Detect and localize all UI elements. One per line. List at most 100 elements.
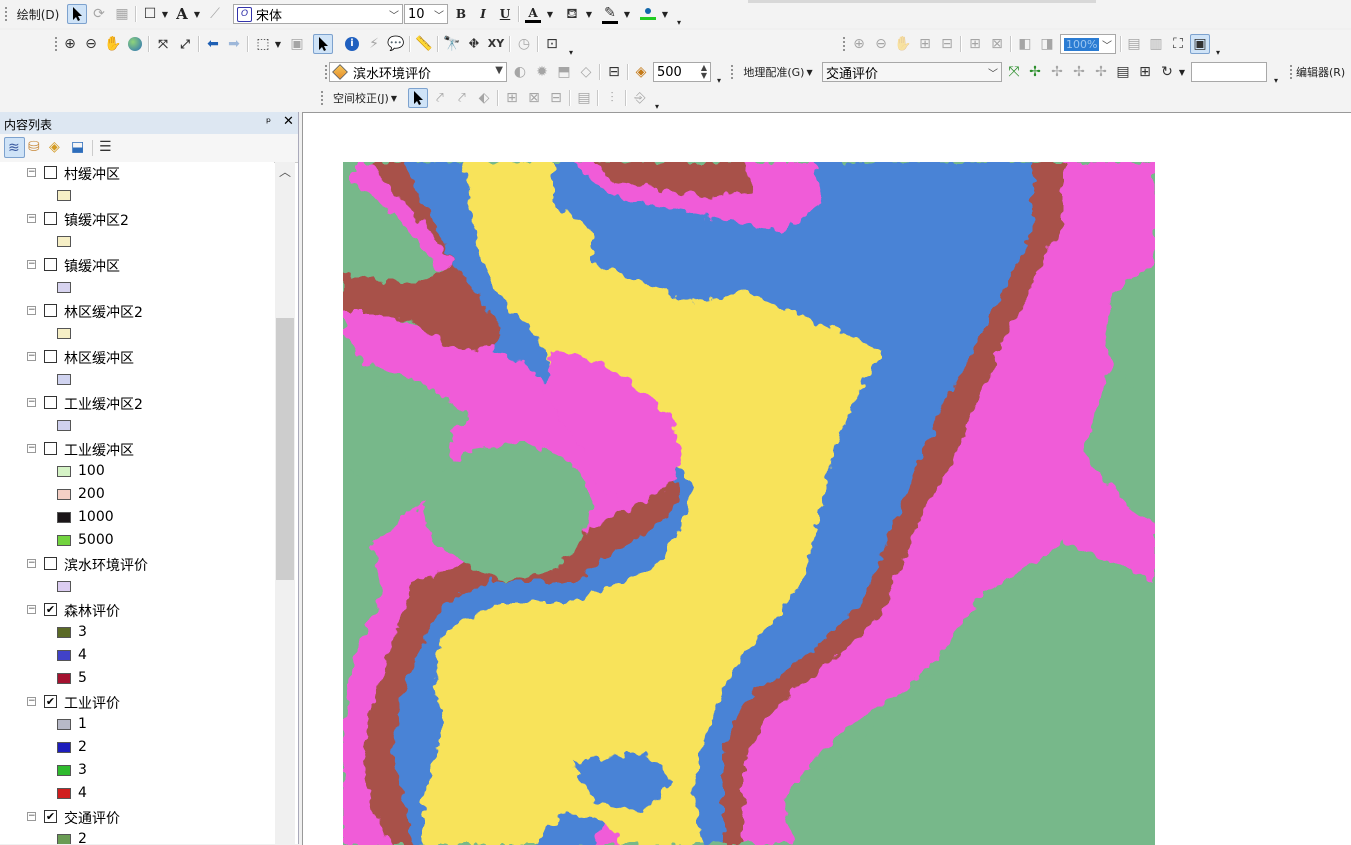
layer-name[interactable]: 森林评价	[64, 601, 120, 621]
legend-class-row[interactable]: 2	[0, 738, 270, 760]
select-link-button[interactable]: ✢	[1025, 62, 1045, 82]
legend-swatch[interactable]	[57, 236, 71, 247]
georeferencing-menu[interactable]: 地理配准(G) ▼	[738, 62, 818, 82]
layer-name[interactable]: 村缓冲区	[64, 164, 120, 184]
toggle-draft-mode-button[interactable]: ▤	[1124, 34, 1144, 54]
layer-visibility-checkbox[interactable]: ✔	[44, 695, 57, 708]
toolbar-grip[interactable]	[324, 64, 328, 80]
fill-color-button[interactable]: ⛾	[562, 4, 582, 24]
toc-options-button[interactable]: ☰	[99, 139, 112, 155]
rectangle-tool-button[interactable]: ☐	[140, 4, 160, 24]
link-table-button[interactable]: ▤	[1113, 62, 1133, 82]
bold-button[interactable]: B	[451, 4, 471, 24]
toc-layer-row[interactable]: − 工业缓冲区	[0, 439, 270, 461]
select-elements-button[interactable]	[67, 4, 87, 24]
legend-class-row[interactable]: 1	[0, 715, 270, 737]
toc-layer-row[interactable]: − 村缓冲区	[0, 163, 270, 185]
fill-color-dropdown[interactable]: ▼	[584, 4, 594, 24]
scrollbar-thumb[interactable]	[276, 318, 294, 580]
editor-menu[interactable]: 编辑器(R)	[1296, 62, 1351, 82]
swipe-button[interactable]: ⬒	[554, 62, 574, 82]
layer-name[interactable]: 工业缓冲区	[64, 440, 134, 460]
pan-button[interactable]: ✋	[103, 34, 123, 54]
list-by-source-button[interactable]: ⛁	[28, 139, 40, 155]
layer-visibility-checkbox[interactable]	[44, 557, 57, 570]
toc-layer-row[interactable]: − ✔ 森林评价	[0, 600, 270, 622]
legend-swatch[interactable]	[57, 420, 71, 431]
layer-visibility-checkbox[interactable]	[44, 442, 57, 455]
layer-visibility-checkbox[interactable]	[44, 396, 57, 409]
fixed-zoom-in-layout-button[interactable]: ⊞	[965, 34, 985, 54]
zoom-to-link-button[interactable]: ✢	[1047, 62, 1067, 82]
go-back-button[interactable]: ⬅	[203, 34, 223, 54]
edit-vertices-button[interactable]: ⟋	[205, 4, 225, 24]
layout-pan-button[interactable]: ✋	[893, 34, 913, 54]
new-limited-area-button[interactable]: ⊠	[524, 88, 544, 108]
map-view[interactable]	[302, 112, 1351, 845]
collapse-toggle-icon[interactable]: −	[27, 559, 36, 568]
auto-registration-button[interactable]: ✢	[1091, 62, 1111, 82]
contrast-button[interactable]: ◐	[510, 62, 530, 82]
collapse-toggle-icon[interactable]: −	[27, 168, 36, 177]
toolbar-grip[interactable]	[1289, 64, 1293, 80]
toc-layer-row[interactable]: − 镇缓冲区	[0, 255, 270, 277]
toc-layer-row[interactable]: − ✔ 交通评价	[0, 807, 270, 829]
active-layer-combo[interactable]: 滨水环境评价 ▼	[329, 62, 507, 82]
view-link-table-button[interactable]: ⊞	[1135, 62, 1155, 82]
find-route-button[interactable]: ⛖	[464, 34, 484, 54]
zoom-page-button[interactable]: ⊟	[937, 34, 957, 54]
legend-swatch[interactable]	[57, 328, 71, 339]
layer-name[interactable]: 交通评价	[64, 808, 120, 828]
marker-color-button[interactable]	[638, 4, 658, 24]
measure-button[interactable]: 📏	[414, 34, 434, 54]
legend-swatch[interactable]	[57, 627, 71, 638]
zoom-in-button[interactable]: ⊕	[60, 34, 80, 54]
layer-visibility-checkbox[interactable]	[44, 350, 57, 363]
legend-class-row[interactable]: 200	[0, 485, 270, 507]
spatial-adjustment-menu[interactable]: 空间校正(J) ▼	[328, 88, 402, 108]
toolbar-grip[interactable]	[730, 64, 734, 80]
html-popup-button[interactable]: 💬	[386, 34, 406, 54]
line-color-dropdown[interactable]: ▼	[622, 4, 632, 24]
view-links-table-button[interactable]: ▤	[574, 88, 594, 108]
legend-swatch[interactable]	[57, 489, 71, 500]
toolbar-options-chevron[interactable]: ▾	[674, 12, 684, 32]
layer-name[interactable]: 滨水环境评价	[64, 555, 148, 575]
layer-visibility-checkbox[interactable]	[44, 212, 57, 225]
legend-swatch[interactable]	[57, 673, 71, 684]
collapse-toggle-icon[interactable]: −	[27, 398, 36, 407]
layer-visibility-checkbox[interactable]	[44, 166, 57, 179]
time-slider-button[interactable]: ◷	[514, 34, 534, 54]
next-extent-layout-button[interactable]: ◨	[1037, 34, 1057, 54]
delete-link-button[interactable]: ✢	[1069, 62, 1089, 82]
toc-layer-row[interactable]: − 滨水环境评价	[0, 554, 270, 576]
legend-class-row[interactable]: 2	[0, 830, 270, 844]
legend-class-row[interactable]: 5	[0, 669, 270, 691]
suitability-raster-map[interactable]	[343, 162, 1155, 845]
select-features-button[interactable]: ⬚	[253, 34, 273, 54]
zoom-percent-combo[interactable]: 100% ﹀	[1060, 34, 1116, 54]
fixed-zoom-out-button[interactable]: ⤢	[175, 34, 195, 54]
legend-class-row[interactable]: 4	[0, 646, 270, 668]
new-identity-link-button[interactable]: ⊞	[502, 88, 522, 108]
legend-swatch[interactable]	[57, 719, 71, 730]
legend-class-row[interactable]	[0, 416, 270, 438]
brightness-button[interactable]: ✹	[532, 62, 552, 82]
change-layout-button[interactable]: ⛶	[1168, 34, 1188, 54]
collapse-toggle-icon[interactable]: −	[27, 260, 36, 269]
legend-class-row[interactable]	[0, 186, 270, 208]
edge-match-button[interactable]: ⫶	[602, 88, 622, 108]
font-size-combo[interactable]: 10 ﹀	[404, 4, 448, 24]
modify-link-button[interactable]: ⤤	[452, 88, 472, 108]
layer-name[interactable]: 工业评价	[64, 693, 120, 713]
toolbar-grip[interactable]	[4, 6, 8, 22]
legend-swatch[interactable]	[57, 374, 71, 385]
layout-zoom-in-button[interactable]: ⊕	[849, 34, 869, 54]
legend-class-row[interactable]	[0, 278, 270, 300]
text-dropdown[interactable]: ▼	[192, 4, 202, 24]
attribute-transfer-button[interactable]: ⎆	[630, 88, 650, 108]
select-features-dropdown[interactable]: ▼	[273, 34, 283, 54]
new-displacement-link-button[interactable]: ⤤	[430, 88, 450, 108]
collapse-toggle-icon[interactable]: −	[27, 214, 36, 223]
clear-limited-area-button[interactable]: ⊟	[546, 88, 566, 108]
